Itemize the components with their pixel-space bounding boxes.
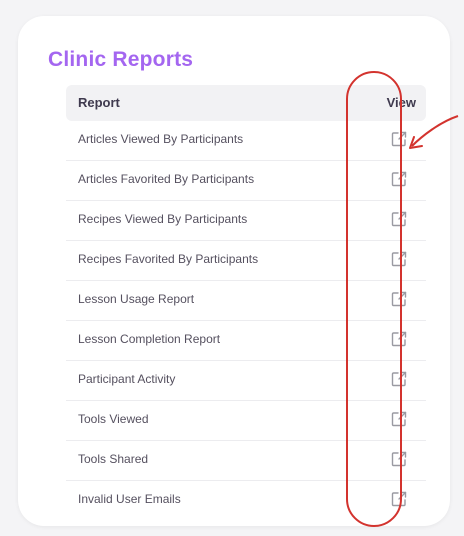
external-link-icon[interactable] (390, 170, 410, 190)
table-row: Tools Shared (66, 441, 426, 481)
external-link-icon[interactable] (390, 370, 410, 390)
header-view: View (386, 95, 416, 110)
table-row: Recipes Favorited By Participants (66, 241, 426, 281)
report-name: Participant Activity (78, 372, 176, 386)
report-name: Lesson Completion Report (78, 332, 221, 346)
report-name: Articles Viewed By Participants (78, 132, 244, 146)
report-name: Articles Favorited By Participants (78, 172, 255, 186)
header-report: Report (78, 95, 120, 110)
report-name: Lesson Usage Report (78, 292, 195, 306)
report-name: Recipes Favorited By Participants (78, 252, 259, 266)
external-link-icon[interactable] (390, 210, 410, 230)
external-link-icon[interactable] (390, 410, 410, 430)
table-row: Invalid User Emails (66, 481, 426, 520)
report-name: Tools Viewed (78, 412, 149, 426)
external-link-icon[interactable] (390, 490, 410, 510)
table-row: Lesson Usage Report (66, 281, 426, 321)
external-link-icon[interactable] (390, 130, 410, 150)
table-row: Tools Viewed (66, 401, 426, 441)
table-row: Articles Favorited By Participants (66, 161, 426, 201)
external-link-icon[interactable] (390, 330, 410, 350)
table-row: Recipes Viewed By Participants (66, 201, 426, 241)
reports-table: Report View Articles Viewed By Participa… (66, 85, 426, 520)
page-title: Clinic Reports (48, 48, 194, 71)
external-link-icon[interactable] (390, 290, 410, 310)
table-header: Report View (66, 85, 426, 121)
report-name: Recipes Viewed By Participants (78, 212, 248, 226)
table-row: Lesson Completion Report (66, 321, 426, 361)
external-link-icon[interactable] (390, 250, 410, 270)
report-name: Tools Shared (78, 452, 149, 466)
table-row: Participant Activity (66, 361, 426, 401)
table-body: Articles Viewed By Participants Articles … (66, 121, 426, 520)
report-name: Invalid User Emails (78, 492, 181, 506)
external-link-icon[interactable] (390, 450, 410, 470)
table-row: Articles Viewed By Participants (66, 121, 426, 161)
